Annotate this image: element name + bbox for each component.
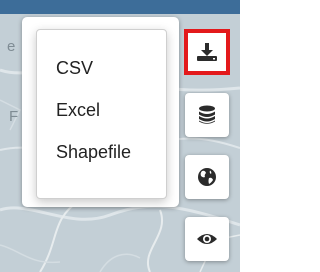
download-button[interactable] <box>184 29 230 75</box>
database-icon <box>199 105 215 124</box>
map-label-fragment: F <box>9 108 19 125</box>
map-background[interactable]: e e F CSV Excel Shapefile <box>0 0 240 272</box>
layers-button[interactable] <box>185 93 229 137</box>
eye-icon <box>197 234 217 244</box>
menu-item-shapefile[interactable]: Shapefile <box>56 142 131 163</box>
export-panel: CSV Excel Shapefile <box>22 17 179 207</box>
menu-item-csv[interactable]: CSV <box>56 58 93 79</box>
menu-item-excel[interactable]: Excel <box>56 100 100 121</box>
export-menu: CSV Excel Shapefile <box>36 29 167 199</box>
globe-icon <box>198 168 216 186</box>
map-label-fragment: e <box>7 38 16 55</box>
visibility-button[interactable] <box>185 217 229 261</box>
download-icon <box>197 43 217 61</box>
basemap-button[interactable] <box>185 155 229 199</box>
